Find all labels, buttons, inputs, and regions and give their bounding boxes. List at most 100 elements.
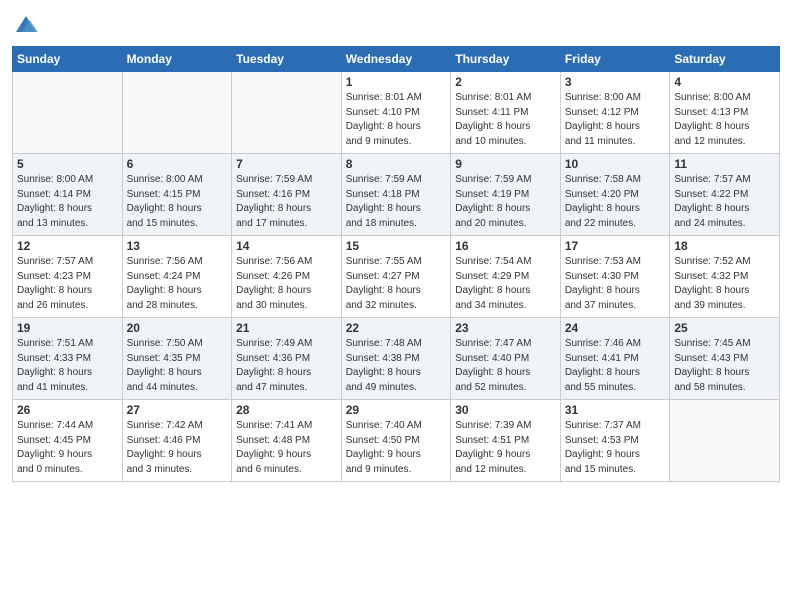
calendar-cell: 1 Sunrise: 8:01 AM Sunset: 4:10 PM Daylig…	[341, 72, 451, 154]
calendar-cell: 28 Sunrise: 7:41 AM Sunset: 4:48 PM Dayli…	[232, 400, 342, 482]
day-number: 7	[236, 157, 337, 171]
calendar-cell	[232, 72, 342, 154]
weekday-header-saturday: Saturday	[670, 47, 780, 72]
day-info: Sunrise: 7:40 AM Sunset: 4:50 PM Dayligh…	[346, 419, 447, 477]
day-info: Sunrise: 8:00 AM Sunset: 4:15 PM Dayligh…	[127, 173, 228, 231]
day-info: Sunrise: 7:59 AM Sunset: 4:18 PM Dayligh…	[346, 173, 447, 231]
week-row-4: 19 Sunrise: 7:51 AM Sunset: 4:33 PM Dayli…	[13, 318, 780, 400]
week-row-2: 5 Sunrise: 8:00 AM Sunset: 4:14 PM Daylig…	[13, 154, 780, 236]
day-info: Sunrise: 8:00 AM Sunset: 4:12 PM Dayligh…	[565, 91, 666, 149]
week-row-5: 26 Sunrise: 7:44 AM Sunset: 4:45 PM Dayli…	[13, 400, 780, 482]
calendar-cell: 7 Sunrise: 7:59 AM Sunset: 4:16 PM Daylig…	[232, 154, 342, 236]
calendar-cell: 14 Sunrise: 7:56 AM Sunset: 4:26 PM Dayli…	[232, 236, 342, 318]
day-info: Sunrise: 7:39 AM Sunset: 4:51 PM Dayligh…	[455, 419, 556, 477]
calendar-cell: 30 Sunrise: 7:39 AM Sunset: 4:51 PM Dayli…	[451, 400, 561, 482]
day-info: Sunrise: 7:56 AM Sunset: 4:26 PM Dayligh…	[236, 255, 337, 313]
calendar-cell: 9 Sunrise: 7:59 AM Sunset: 4:19 PM Daylig…	[451, 154, 561, 236]
day-info: Sunrise: 7:51 AM Sunset: 4:33 PM Dayligh…	[17, 337, 118, 395]
calendar-cell: 31Sunrise: 7:37 AM Sunset: 4:53 PM Dayli…	[560, 400, 670, 482]
calendar-cell	[670, 400, 780, 482]
day-info: Sunrise: 7:57 AM Sunset: 4:22 PM Dayligh…	[674, 173, 775, 231]
day-number: 4	[674, 75, 775, 89]
calendar-cell: 5 Sunrise: 8:00 AM Sunset: 4:14 PM Daylig…	[13, 154, 123, 236]
calendar-cell: 13 Sunrise: 7:56 AM Sunset: 4:24 PM Dayli…	[122, 236, 232, 318]
day-number: 29	[346, 403, 447, 417]
calendar-cell: 19 Sunrise: 7:51 AM Sunset: 4:33 PM Dayli…	[13, 318, 123, 400]
day-number: 27	[127, 403, 228, 417]
day-info: Sunrise: 7:57 AM Sunset: 4:23 PM Dayligh…	[17, 255, 118, 313]
calendar-cell: 24 Sunrise: 7:46 AM Sunset: 4:41 PM Dayli…	[560, 318, 670, 400]
day-number: 15	[346, 239, 447, 253]
day-info: Sunrise: 7:48 AM Sunset: 4:38 PM Dayligh…	[346, 337, 447, 395]
calendar-cell: 16 Sunrise: 7:54 AM Sunset: 4:29 PM Dayli…	[451, 236, 561, 318]
day-info: Sunrise: 7:44 AM Sunset: 4:45 PM Dayligh…	[17, 419, 118, 477]
calendar-cell: 12 Sunrise: 7:57 AM Sunset: 4:23 PM Dayli…	[13, 236, 123, 318]
day-info: Sunrise: 7:59 AM Sunset: 4:19 PM Dayligh…	[455, 173, 556, 231]
day-number: 2	[455, 75, 556, 89]
day-info: Sunrise: 7:50 AM Sunset: 4:35 PM Dayligh…	[127, 337, 228, 395]
day-info: Sunrise: 8:01 AM Sunset: 4:11 PM Dayligh…	[455, 91, 556, 149]
day-number: 30	[455, 403, 556, 417]
calendar-cell: 23 Sunrise: 7:47 AM Sunset: 4:40 PM Dayli…	[451, 318, 561, 400]
day-info: Sunrise: 8:01 AM Sunset: 4:10 PM Dayligh…	[346, 91, 447, 149]
calendar-cell: 3Sunrise: 8:00 AM Sunset: 4:12 PM Daylig…	[560, 72, 670, 154]
calendar-cell: 15Sunrise: 7:55 AM Sunset: 4:27 PM Dayli…	[341, 236, 451, 318]
calendar-cell: 20 Sunrise: 7:50 AM Sunset: 4:35 PM Dayli…	[122, 318, 232, 400]
calendar-cell: 11 Sunrise: 7:57 AM Sunset: 4:22 PM Dayli…	[670, 154, 780, 236]
day-number: 19	[17, 321, 118, 335]
weekday-header-thursday: Thursday	[451, 47, 561, 72]
day-info: Sunrise: 8:00 AM Sunset: 4:14 PM Dayligh…	[17, 173, 118, 231]
day-number: 25	[674, 321, 775, 335]
day-number: 24	[565, 321, 666, 335]
day-number: 16	[455, 239, 556, 253]
day-number: 13	[127, 239, 228, 253]
day-info: Sunrise: 7:42 AM Sunset: 4:46 PM Dayligh…	[127, 419, 228, 477]
day-number: 11	[674, 157, 775, 171]
day-info: Sunrise: 7:41 AM Sunset: 4:48 PM Dayligh…	[236, 419, 337, 477]
day-info: Sunrise: 7:56 AM Sunset: 4:24 PM Dayligh…	[127, 255, 228, 313]
weekday-header-row: SundayMondayTuesdayWednesdayThursdayFrid…	[13, 47, 780, 72]
calendar-cell: 18 Sunrise: 7:52 AM Sunset: 4:32 PM Dayli…	[670, 236, 780, 318]
day-number: 20	[127, 321, 228, 335]
day-number: 21	[236, 321, 337, 335]
day-info: Sunrise: 7:49 AM Sunset: 4:36 PM Dayligh…	[236, 337, 337, 395]
calendar-cell: 2 Sunrise: 8:01 AM Sunset: 4:11 PM Daylig…	[451, 72, 561, 154]
day-number: 23	[455, 321, 556, 335]
day-info: Sunrise: 7:47 AM Sunset: 4:40 PM Dayligh…	[455, 337, 556, 395]
day-info: Sunrise: 7:37 AM Sunset: 4:53 PM Dayligh…	[565, 419, 666, 477]
day-number: 18	[674, 239, 775, 253]
day-number: 26	[17, 403, 118, 417]
day-number: 8	[346, 157, 447, 171]
calendar-cell: 17Sunrise: 7:53 AM Sunset: 4:30 PM Dayli…	[560, 236, 670, 318]
header	[12, 10, 780, 38]
calendar-cell: 10Sunrise: 7:58 AM Sunset: 4:20 PM Dayli…	[560, 154, 670, 236]
weekday-header-wednesday: Wednesday	[341, 47, 451, 72]
day-info: Sunrise: 8:00 AM Sunset: 4:13 PM Dayligh…	[674, 91, 775, 149]
day-info: Sunrise: 7:59 AM Sunset: 4:16 PM Dayligh…	[236, 173, 337, 231]
day-number: 12	[17, 239, 118, 253]
day-number: 9	[455, 157, 556, 171]
day-info: Sunrise: 7:54 AM Sunset: 4:29 PM Dayligh…	[455, 255, 556, 313]
week-row-1: 1 Sunrise: 8:01 AM Sunset: 4:10 PM Daylig…	[13, 72, 780, 154]
day-info: Sunrise: 7:58 AM Sunset: 4:20 PM Dayligh…	[565, 173, 666, 231]
day-number: 22	[346, 321, 447, 335]
day-number: 14	[236, 239, 337, 253]
logo-icon	[12, 10, 40, 38]
day-info: Sunrise: 7:46 AM Sunset: 4:41 PM Dayligh…	[565, 337, 666, 395]
calendar-table: SundayMondayTuesdayWednesdayThursdayFrid…	[12, 46, 780, 482]
day-number: 1	[346, 75, 447, 89]
calendar-cell: 29 Sunrise: 7:40 AM Sunset: 4:50 PM Dayli…	[341, 400, 451, 482]
weekday-header-sunday: Sunday	[13, 47, 123, 72]
day-number: 5	[17, 157, 118, 171]
calendar-cell: 25Sunrise: 7:45 AM Sunset: 4:43 PM Dayli…	[670, 318, 780, 400]
calendar-cell: 6Sunrise: 8:00 AM Sunset: 4:15 PM Daylig…	[122, 154, 232, 236]
logo	[12, 10, 44, 38]
weekday-header-friday: Friday	[560, 47, 670, 72]
calendar-cell: 4 Sunrise: 8:00 AM Sunset: 4:13 PM Daylig…	[670, 72, 780, 154]
calendar-cell: 21 Sunrise: 7:49 AM Sunset: 4:36 PM Dayli…	[232, 318, 342, 400]
day-info: Sunrise: 7:52 AM Sunset: 4:32 PM Dayligh…	[674, 255, 775, 313]
calendar-cell	[13, 72, 123, 154]
day-number: 17	[565, 239, 666, 253]
day-number: 28	[236, 403, 337, 417]
calendar-cell: 22 Sunrise: 7:48 AM Sunset: 4:38 PM Dayli…	[341, 318, 451, 400]
